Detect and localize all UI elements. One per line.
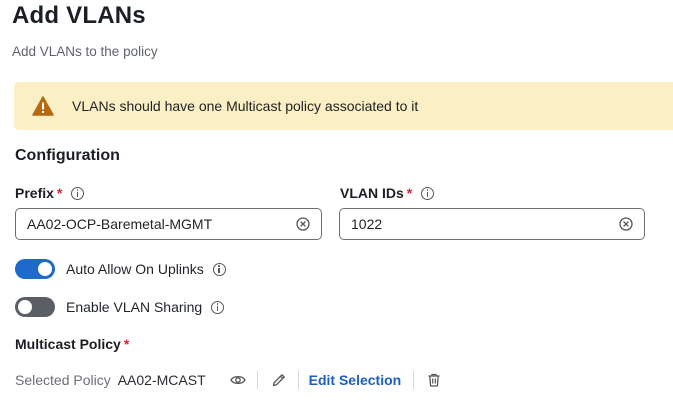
divider: [297, 371, 299, 389]
page-subtitle: Add VLANs to the policy: [12, 44, 158, 59]
warning-banner: VLANs should have one Multicast policy a…: [14, 82, 673, 130]
info-icon[interactable]: [211, 300, 225, 314]
auto-allow-label: Auto Allow On Uplinks: [66, 261, 204, 277]
selected-policy-value: AA02-MCAST: [117, 372, 206, 388]
vlan-sharing-toggle[interactable]: [15, 297, 55, 317]
edit-selection-link[interactable]: Edit Selection: [309, 372, 402, 388]
info-icon[interactable]: [212, 262, 226, 276]
multicast-policy-label: Multicast Policy *: [15, 336, 129, 352]
warning-message: VLANs should have one Multicast policy a…: [72, 98, 419, 114]
page-title: Add VLANs: [12, 2, 146, 29]
configuration-heading: Configuration: [15, 147, 120, 164]
vlan-sharing-label: Enable VLAN Sharing: [66, 299, 203, 315]
prefix-label: Prefix *: [15, 185, 85, 201]
prefix-input[interactable]: AA02-OCP-Baremetal-MGMT: [15, 208, 322, 240]
clear-icon[interactable]: [296, 217, 310, 231]
selected-policy-key: Selected Policy: [15, 372, 111, 388]
trash-icon[interactable]: [426, 372, 442, 388]
eye-icon[interactable]: [229, 372, 246, 388]
required-marker: *: [123, 336, 130, 352]
required-marker: *: [56, 185, 63, 201]
vlan-ids-input-value[interactable]: 1022: [351, 216, 382, 232]
vlan-ids-label: VLAN IDs *: [340, 185, 435, 201]
divider: [413, 371, 415, 389]
selected-policy-row: Selected Policy AA02-MCAST Edit Selectio…: [15, 370, 442, 390]
info-icon[interactable]: [71, 186, 85, 200]
warning-icon: [32, 96, 54, 116]
prefix-input-value[interactable]: AA02-OCP-Baremetal-MGMT: [27, 216, 212, 232]
required-marker: *: [406, 185, 413, 201]
clear-icon[interactable]: [619, 217, 633, 231]
auto-allow-toggle[interactable]: [15, 259, 55, 279]
vlan-sharing-row: Enable VLAN Sharing: [15, 297, 225, 317]
vlan-ids-label-text: VLAN IDs: [340, 185, 404, 201]
prefix-label-text: Prefix: [15, 185, 54, 201]
divider: [256, 371, 258, 389]
multicast-policy-label-text: Multicast Policy: [15, 336, 121, 352]
auto-allow-row: Auto Allow On Uplinks: [15, 259, 226, 279]
vlan-ids-input[interactable]: 1022: [339, 208, 645, 240]
pencil-icon[interactable]: [271, 372, 287, 388]
info-icon[interactable]: [421, 186, 435, 200]
